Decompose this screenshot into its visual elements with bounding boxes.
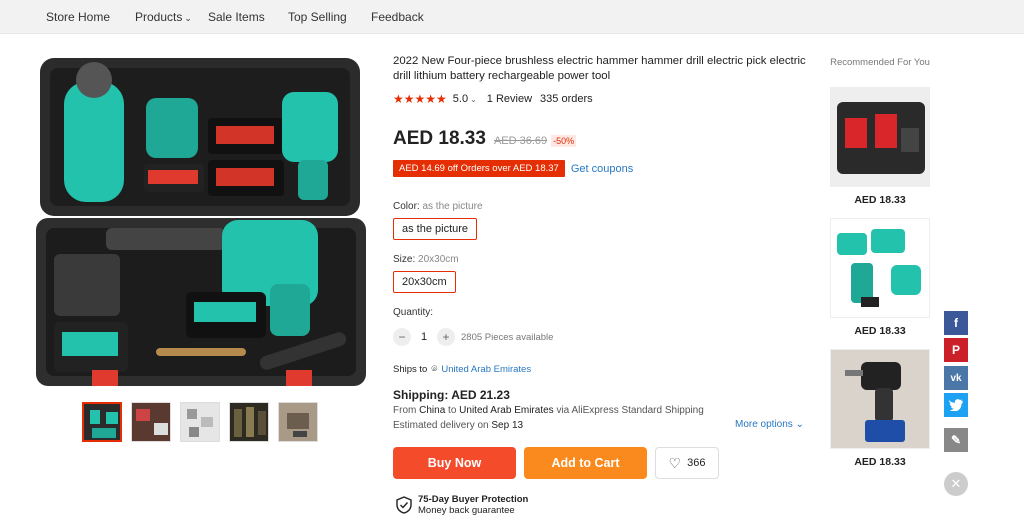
recommended-item-2-image[interactable] <box>830 218 930 318</box>
wishlist-button[interactable]: ♡ 366 <box>655 447 719 479</box>
product-title: 2022 New Four-piece brushless electric h… <box>393 55 806 82</box>
coupon-row: AED 14.69 off Orders over AED 18.37 Get … <box>393 160 633 177</box>
product-main-image[interactable] <box>36 52 366 392</box>
recommended-item-1-image[interactable] <box>830 87 930 187</box>
thumb-image <box>84 404 120 440</box>
ships-to-country[interactable]: United Arab Emirates <box>441 364 531 375</box>
increase-quantity-button[interactable]: + <box>437 328 455 346</box>
pinterest-share-button[interactable]: P <box>944 338 968 362</box>
close-icon[interactable]: ✕ <box>944 472 968 496</box>
recommended-item-1-price: AED 18.33 <box>854 194 906 206</box>
facebook-icon: f <box>954 316 958 330</box>
ships-to-label: Ships to <box>393 364 428 375</box>
thumbnail-2[interactable] <box>131 402 171 442</box>
rating-row: ★★★★★ 5.0 ⌄ 1 Review 335 orders <box>393 92 593 106</box>
nav-products[interactable]: Products ⌄ <box>135 10 192 24</box>
shipping-origin: China <box>419 405 446 416</box>
recommended-item-2-price: AED 18.33 <box>854 325 906 337</box>
pinterest-icon: P <box>951 343 960 357</box>
reviews-count[interactable]: 1 Review <box>487 93 532 105</box>
thumbnail-4[interactable] <box>229 402 269 442</box>
pieces-available: 2805 Pieces available <box>461 331 554 343</box>
color-label-row: Color: as the picture <box>393 201 483 212</box>
quantity-stepper: − 1 + 2805 Pieces available <box>393 328 553 346</box>
more-options-label: More options <box>735 419 793 430</box>
recommended-item-3-image[interactable] <box>830 349 930 449</box>
chevron-down-icon: ⌄ <box>184 13 192 23</box>
wishlist-count: 366 <box>687 457 706 469</box>
protection-title: 75-Day Buyer Protection <box>418 494 529 505</box>
thumbnail-5[interactable] <box>278 402 318 442</box>
buyer-protection: 75-Day Buyer Protection Money back guara… <box>396 494 528 516</box>
thumb-image <box>181 403 219 441</box>
shipping-method: via AliExpress Standard Shipping <box>556 405 704 416</box>
vk-icon: vk <box>950 372 962 384</box>
buy-now-button[interactable]: Buy Now <box>393 447 516 479</box>
nav-feedback[interactable]: Feedback <box>371 10 424 24</box>
pencil-icon: ✎ <box>950 433 962 447</box>
shipping-from-prefix: From <box>393 405 417 416</box>
chevron-down-icon[interactable]: ⌄ <box>470 95 477 104</box>
rec-image <box>831 219 929 317</box>
color-option[interactable]: as the picture <box>393 218 478 240</box>
nav-store-home[interactable]: Store Home <box>46 10 110 24</box>
twitter-icon <box>949 399 963 411</box>
shipping-cost: Shipping: AED 21.23 <box>393 388 510 402</box>
thumb-image <box>230 403 268 441</box>
vk-share-button[interactable]: vk <box>944 366 968 390</box>
location-pin-icon: ⌾ <box>431 364 438 375</box>
coupon-badge: AED 14.69 off Orders over AED 18.37 <box>393 160 565 177</box>
size-selected-value: 20x30cm <box>418 254 459 265</box>
ships-to-row: Ships to ⌾ United Arab Emirates <box>393 364 531 375</box>
quantity-value[interactable]: 1 <box>411 331 437 343</box>
thumbnail-3[interactable] <box>180 402 220 442</box>
quantity-label: Quantity: <box>393 307 434 318</box>
thumb-image <box>132 403 170 441</box>
add-to-cart-button[interactable]: Add to Cart <box>524 447 647 479</box>
shipping-route: From China to United Arab Emirates via A… <box>393 405 704 416</box>
get-coupons-link[interactable]: Get coupons <box>571 163 633 175</box>
thumbnail-1[interactable] <box>82 402 122 442</box>
size-label-row: Size: 20x30cm <box>393 254 459 265</box>
rating-value[interactable]: 5.0 <box>453 93 468 105</box>
facebook-share-button[interactable]: f <box>944 311 968 335</box>
rec-image <box>831 350 929 448</box>
twitter-share-button[interactable] <box>944 393 968 417</box>
heart-icon: ♡ <box>668 454 682 471</box>
original-price: AED 36.69 <box>493 135 548 147</box>
edit-button[interactable]: ✎ <box>944 428 968 452</box>
nav-top-selling[interactable]: Top Selling <box>288 10 347 24</box>
delivery-estimate: Estimated delivery on Sep 13 <box>393 420 523 431</box>
size-label: Size: <box>393 254 416 265</box>
shipping-destination: United Arab Emirates <box>459 405 554 416</box>
current-price: AED 18.33 <box>393 128 486 149</box>
shield-check-icon <box>396 496 412 514</box>
discount-badge: -50% <box>551 135 577 147</box>
delivery-date: Sep 13 <box>491 420 524 431</box>
size-option[interactable]: 20x30cm <box>393 271 456 293</box>
orders-count: 335 orders <box>540 93 593 105</box>
recommended-item-3-price: AED 18.33 <box>854 456 906 468</box>
recommended-title: Recommended For You <box>830 57 930 68</box>
color-label: Color: <box>393 201 420 212</box>
chevron-down-icon: ⌄ <box>795 419 804 430</box>
rating-stars: ★★★★★ <box>393 92 447 106</box>
toolkit-case-illustration <box>36 52 366 392</box>
nav-products-label: Products <box>135 10 183 24</box>
color-selected-value: as the picture <box>422 201 483 212</box>
store-nav: Store Home Products ⌄ Sale Items Top Sell… <box>0 0 1024 34</box>
protection-subtitle: Money back guarantee <box>418 505 515 516</box>
rec-image <box>831 88 929 186</box>
delivery-prefix: Estimated delivery on <box>393 420 489 431</box>
decrease-quantity-button[interactable]: − <box>393 328 411 346</box>
price-row: AED 18.33 AED 36.69 -50% <box>393 128 577 150</box>
thumb-image <box>279 403 317 441</box>
nav-sale-items[interactable]: Sale Items <box>208 10 265 24</box>
more-options-link[interactable]: More options ⌄ <box>735 419 804 430</box>
shipping-to-word: to <box>448 405 457 416</box>
